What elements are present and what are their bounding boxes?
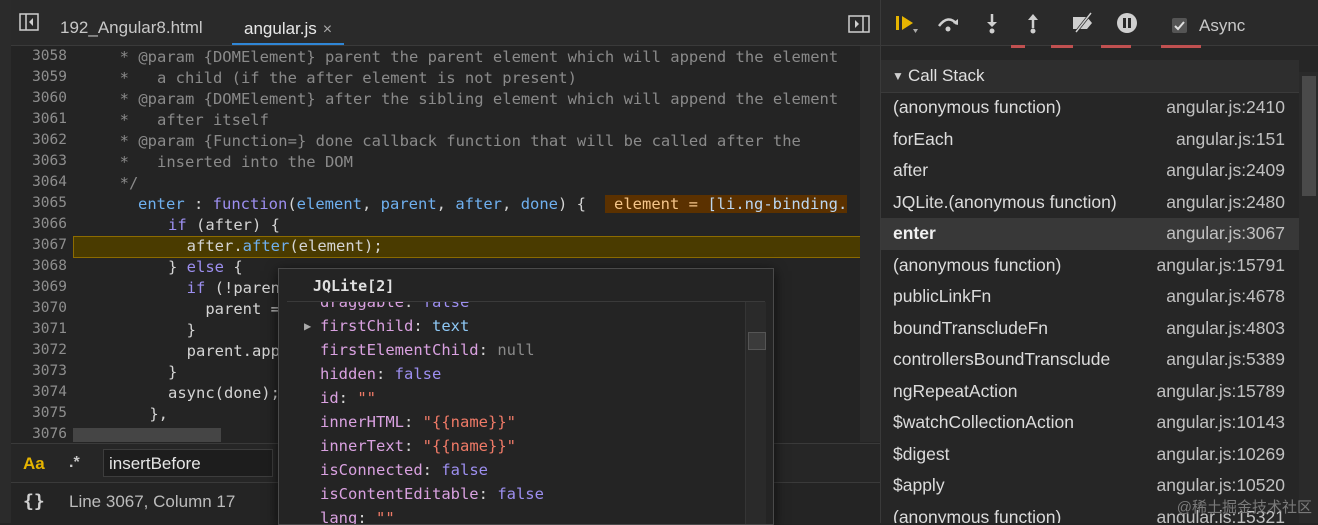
editor-pane: 192_Angular8.html angular.js × 3058 3059 … <box>0 0 880 525</box>
step-into-icon[interactable] <box>979 11 1005 35</box>
property-row[interactable]: id: "" <box>279 386 745 410</box>
property-row[interactable]: innerText: "{{name}}" <box>279 434 745 458</box>
line-number: 3064 <box>32 174 67 190</box>
property-row[interactable]: draggable: false <box>279 302 745 314</box>
call-frame[interactable]: controllersBoundTransclude angular.js:538… <box>881 344 1299 376</box>
async-checkbox[interactable] <box>1172 18 1187 33</box>
line-number: 3068 <box>32 258 67 274</box>
line-number: 3059 <box>32 69 67 85</box>
line-number: 3070 <box>32 300 67 316</box>
code-line: after.after(element); <box>112 237 383 255</box>
debugger-toolbar: Async <box>881 0 1318 46</box>
line-number: 3073 <box>32 363 67 379</box>
code-line: * @param {DOMElement} after the sibling … <box>73 90 839 108</box>
watermark: @稀土掘金技术社区 <box>1176 499 1312 516</box>
call-frame[interactable]: (anonymous function) angular.js:15791 <box>881 250 1299 282</box>
code-line: * inserted into the DOM <box>73 153 353 171</box>
code-line: * after itself <box>73 111 269 129</box>
regex-toggle[interactable]: .* <box>69 454 80 472</box>
call-stack-scroll-thumb[interactable] <box>1302 76 1316 196</box>
code-line: * @param {Function=} done callback funct… <box>73 132 801 150</box>
editor-left-edge <box>0 0 11 523</box>
resume-icon[interactable] <box>893 11 919 35</box>
call-stack-header[interactable]: ▼ Call Stack <box>881 60 1299 93</box>
line-number: 3065 <box>32 195 67 211</box>
call-frame[interactable]: after angular.js:2409 <box>881 155 1299 187</box>
tab-label: 192_Angular8.html <box>60 18 203 37</box>
property-row[interactable]: ▶ firstChild: text <box>279 314 745 338</box>
property-row[interactable]: isConnected: false <box>279 458 745 482</box>
search-input[interactable]: insertBefore <box>103 449 273 477</box>
tab-192-angular8-html[interactable]: 192_Angular8.html <box>48 0 215 45</box>
line-number: 3058 <box>32 48 67 64</box>
line-number: 3075 <box>32 405 67 421</box>
line-number: 3074 <box>32 384 67 400</box>
line-number: 3066 <box>32 216 67 232</box>
call-frame-selected[interactable]: enter angular.js:3067 <box>881 218 1299 250</box>
line-number: 3072 <box>32 342 67 358</box>
code-line: if (after) { <box>112 216 280 234</box>
code-line: enter : function(element, parent, after,… <box>138 195 848 213</box>
line-number: 3076 <box>32 426 67 442</box>
line-number-gutter: 3058 3059 3060 3061 3062 3063 3064 3065 … <box>11 46 73 442</box>
popover-title: JQLite[2] <box>313 277 395 295</box>
call-frame[interactable]: forEach angular.js:151 <box>881 124 1299 156</box>
property-row[interactable]: firstElementChild: null <box>279 338 745 362</box>
editor-tab-bar: 192_Angular8.html angular.js × <box>11 0 880 46</box>
property-row[interactable]: hidden: false <box>279 362 745 386</box>
property-row[interactable]: lang: "" <box>279 506 745 524</box>
tab-angular-js[interactable]: angular.js × <box>232 0 345 45</box>
close-icon[interactable]: × <box>323 21 332 38</box>
clipped-watch-text <box>1011 45 1201 48</box>
pretty-print-button[interactable]: {} <box>23 491 45 512</box>
popover-scrollbar[interactable] <box>745 302 766 524</box>
line-number: 3060 <box>32 90 67 106</box>
expand-triangle-icon[interactable]: ▶ <box>304 314 311 338</box>
inline-value-badge[interactable]: element = [li.ng-binding. <box>604 195 848 213</box>
call-stack-scrollbar[interactable] <box>1299 72 1318 523</box>
step-out-icon[interactable] <box>1020 11 1046 35</box>
code-line: */ <box>73 174 139 192</box>
line-number: 3063 <box>32 153 67 169</box>
match-case-toggle[interactable]: Aa <box>23 454 45 474</box>
property-row[interactable]: isContentEditable: false <box>279 482 745 506</box>
call-frame[interactable]: ngRepeatAction angular.js:15789 <box>881 376 1299 408</box>
cursor-position: Line 3067, Column 17 <box>69 492 236 511</box>
object-preview-popover: JQLite[2] draggable: false ▶ firstChild:… <box>278 268 774 525</box>
call-frame[interactable]: (anonymous function) angular.js:2410 <box>881 92 1299 124</box>
popover-scroll-thumb[interactable] <box>748 332 766 350</box>
call-stack-title: Call Stack <box>908 66 985 85</box>
code-line: * a child (if the after element is not p… <box>73 69 577 87</box>
call-frame[interactable]: boundTranscludeFn angular.js:4803 <box>881 313 1299 345</box>
code-line: * @param {DOMElement} parent the parent … <box>73 48 839 66</box>
line-number: 3062 <box>32 132 67 148</box>
call-frame[interactable]: $digest angular.js:10269 <box>881 439 1299 471</box>
line-number: 3067 <box>32 237 67 253</box>
deactivate-breakpoints-icon[interactable] <box>1070 11 1096 35</box>
toggle-debugger-icon[interactable] <box>848 15 870 33</box>
popover-property-list: draggable: false ▶ firstChild: text firs… <box>279 302 745 524</box>
tab-label: angular.js <box>244 19 317 38</box>
line-number: 3071 <box>32 321 67 337</box>
call-frame[interactable]: $watchCollectionAction angular.js:10143 <box>881 407 1299 439</box>
property-row[interactable]: innerHTML: "{{name}}" <box>279 410 745 434</box>
chevron-down-icon[interactable]: ▼ <box>892 69 904 83</box>
call-frame[interactable]: publicLinkFn angular.js:4678 <box>881 281 1299 313</box>
pause-on-exceptions-icon[interactable] <box>1114 11 1140 35</box>
call-stack-list: (anonymous function) angular.js:2410 forE… <box>881 92 1299 523</box>
line-number: 3061 <box>32 111 67 127</box>
debugger-pane: Async ▼ Call Stack (anonymous function) a… <box>880 0 1318 523</box>
async-label: Async <box>1199 16 1246 35</box>
step-over-icon[interactable] <box>935 11 961 35</box>
toggle-navigator-icon[interactable] <box>19 13 39 31</box>
line-number: 3069 <box>32 279 67 295</box>
editor-horizontal-scrollbar[interactable] <box>73 428 221 442</box>
editor-vertical-scrollbar[interactable] <box>860 46 880 442</box>
call-frame[interactable]: JQLite.(anonymous function) angular.js:24… <box>881 187 1299 219</box>
